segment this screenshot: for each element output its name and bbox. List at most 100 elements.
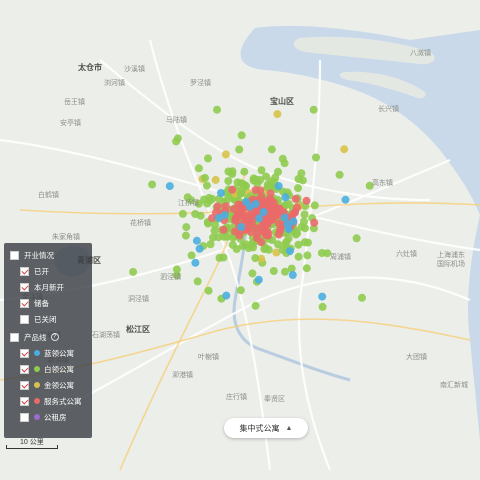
white-apartment-marker[interactable] bbox=[191, 210, 200, 218]
opened-checkbox[interactable] bbox=[20, 266, 29, 276]
open-status-checkbox[interactable] bbox=[10, 250, 19, 260]
white-apartment-marker[interactable] bbox=[300, 217, 308, 226]
white-apartment-marker[interactable] bbox=[204, 286, 213, 295]
white-apartment-marker[interactable] bbox=[201, 173, 209, 182]
white-apartment-marker[interactable] bbox=[181, 231, 190, 240]
white-apartment-marker[interactable] bbox=[263, 180, 272, 189]
white-apartment-marker[interactable] bbox=[236, 189, 245, 198]
blue-apartment-marker[interactable] bbox=[280, 213, 289, 222]
service-apartment-marker[interactable] bbox=[251, 186, 260, 195]
legend-gold-apartment[interactable]: 金领公寓 bbox=[20, 379, 74, 391]
service-apartment-marker[interactable] bbox=[243, 217, 252, 226]
white-apartment-marker[interactable] bbox=[273, 110, 282, 119]
legend-new-this-month[interactable]: 本月新开 bbox=[20, 281, 64, 293]
white-apartment-marker[interactable] bbox=[300, 238, 309, 247]
preparing-checkbox[interactable] bbox=[20, 298, 29, 308]
white-apartment-marker[interactable] bbox=[358, 293, 366, 302]
white-apartment-marker[interactable] bbox=[238, 241, 247, 250]
blue-apartment-marker[interactable] bbox=[288, 271, 297, 279]
blue-apartment-marker[interactable] bbox=[192, 236, 201, 245]
service-apartment-marker[interactable] bbox=[219, 225, 228, 234]
white-apartment-marker[interactable] bbox=[260, 245, 269, 253]
service-apartment-marker[interactable] bbox=[266, 189, 275, 198]
white-apartment-marker[interactable] bbox=[251, 254, 260, 263]
blue-apartment-checkbox[interactable] bbox=[20, 348, 29, 358]
legend-opened[interactable]: 已开 bbox=[20, 265, 49, 277]
service-apartment-marker[interactable] bbox=[272, 211, 281, 220]
white-apartment-marker[interactable] bbox=[282, 237, 291, 246]
white-apartment-marker[interactable] bbox=[318, 302, 327, 311]
blue-apartment-marker[interactable] bbox=[246, 202, 254, 211]
white-apartment-marker[interactable] bbox=[302, 264, 311, 273]
white-apartment-marker[interactable] bbox=[224, 177, 233, 185]
blue-apartment-marker[interactable] bbox=[274, 182, 283, 190]
white-apartment-marker[interactable] bbox=[204, 154, 212, 163]
white-apartment-marker[interactable] bbox=[340, 145, 349, 154]
service-apartment-marker[interactable] bbox=[263, 230, 272, 239]
blue-apartment-marker[interactable] bbox=[341, 195, 350, 204]
white-apartment-marker[interactable] bbox=[213, 105, 221, 114]
service-apartment-marker[interactable] bbox=[235, 231, 244, 240]
blue-apartment-marker[interactable] bbox=[286, 247, 294, 256]
white-apartment-marker[interactable] bbox=[297, 169, 306, 178]
white-apartment-checkbox[interactable] bbox=[20, 364, 29, 374]
apartment-type-select[interactable]: 集中式公寓 ▲ bbox=[224, 418, 308, 438]
white-apartment-marker[interactable] bbox=[269, 267, 278, 275]
new-this-month-checkbox[interactable] bbox=[20, 282, 29, 292]
service-apartment-marker[interactable] bbox=[274, 230, 283, 239]
blue-apartment-marker[interactable] bbox=[191, 258, 200, 267]
white-apartment-marker[interactable] bbox=[224, 167, 233, 176]
blue-apartment-marker[interactable] bbox=[318, 292, 327, 301]
white-apartment-marker[interactable] bbox=[274, 167, 282, 176]
service-apartment-marker[interactable] bbox=[291, 194, 300, 203]
white-apartment-marker[interactable] bbox=[205, 196, 214, 205]
white-apartment-marker[interactable] bbox=[303, 251, 312, 260]
white-apartment-marker[interactable] bbox=[219, 253, 228, 262]
service-apartment-marker[interactable] bbox=[310, 218, 319, 227]
white-apartment-marker[interactable] bbox=[252, 175, 261, 184]
blue-apartment-marker[interactable] bbox=[281, 193, 290, 202]
white-apartment-marker[interactable] bbox=[309, 105, 318, 114]
white-apartment-marker[interactable] bbox=[267, 145, 276, 154]
help-icon[interactable]: ? bbox=[50, 333, 59, 341]
service-apartment-checkbox[interactable] bbox=[20, 396, 29, 406]
public-rental-checkbox[interactable] bbox=[20, 412, 29, 422]
blue-apartment-marker[interactable] bbox=[214, 213, 223, 222]
white-apartment-marker[interactable] bbox=[148, 180, 157, 189]
white-apartment-marker[interactable] bbox=[202, 181, 211, 190]
white-apartment-marker[interactable] bbox=[317, 249, 326, 257]
white-apartment-marker[interactable] bbox=[178, 209, 187, 218]
white-apartment-marker[interactable] bbox=[294, 184, 302, 193]
white-apartment-marker[interactable] bbox=[236, 286, 245, 295]
blue-apartment-marker[interactable] bbox=[237, 223, 246, 231]
white-apartment-marker[interactable] bbox=[235, 145, 244, 154]
product-line-checkbox[interactable] bbox=[10, 332, 19, 342]
white-apartment-marker[interactable] bbox=[310, 201, 319, 210]
blue-apartment-marker[interactable] bbox=[222, 291, 231, 300]
blue-apartment-marker[interactable] bbox=[217, 189, 225, 197]
white-apartment-marker[interactable] bbox=[172, 137, 181, 146]
white-apartment-marker[interactable] bbox=[211, 175, 220, 184]
service-apartment-marker[interactable] bbox=[302, 196, 311, 205]
white-apartment-marker[interactable] bbox=[248, 269, 257, 278]
white-apartment-marker[interactable] bbox=[278, 154, 287, 163]
white-apartment-marker[interactable] bbox=[294, 252, 303, 261]
white-apartment-marker[interactable] bbox=[129, 267, 138, 276]
white-apartment-marker[interactable] bbox=[182, 223, 191, 232]
white-apartment-marker[interactable] bbox=[335, 170, 344, 179]
white-apartment-marker[interactable] bbox=[312, 153, 320, 162]
white-apartment-marker[interactable] bbox=[193, 277, 202, 286]
legend-public-rental[interactable]: 公租房 bbox=[20, 411, 67, 423]
white-apartment-marker[interactable] bbox=[233, 178, 242, 187]
service-apartment-marker[interactable] bbox=[293, 203, 302, 212]
white-apartment-marker[interactable] bbox=[251, 301, 260, 310]
white-apartment-marker[interactable] bbox=[240, 167, 249, 176]
legend-service-apartment[interactable]: 服务式公寓 bbox=[20, 395, 82, 407]
white-apartment-marker[interactable] bbox=[281, 267, 289, 276]
blue-apartment-marker[interactable] bbox=[259, 208, 268, 216]
white-apartment-marker[interactable] bbox=[221, 150, 230, 159]
legend-closed[interactable]: 已关闭 bbox=[20, 313, 57, 325]
legend-product-line-header[interactable]: 产品线 ? bbox=[10, 331, 59, 343]
white-apartment-marker[interactable] bbox=[300, 210, 309, 219]
blue-apartment-marker[interactable] bbox=[165, 182, 174, 191]
